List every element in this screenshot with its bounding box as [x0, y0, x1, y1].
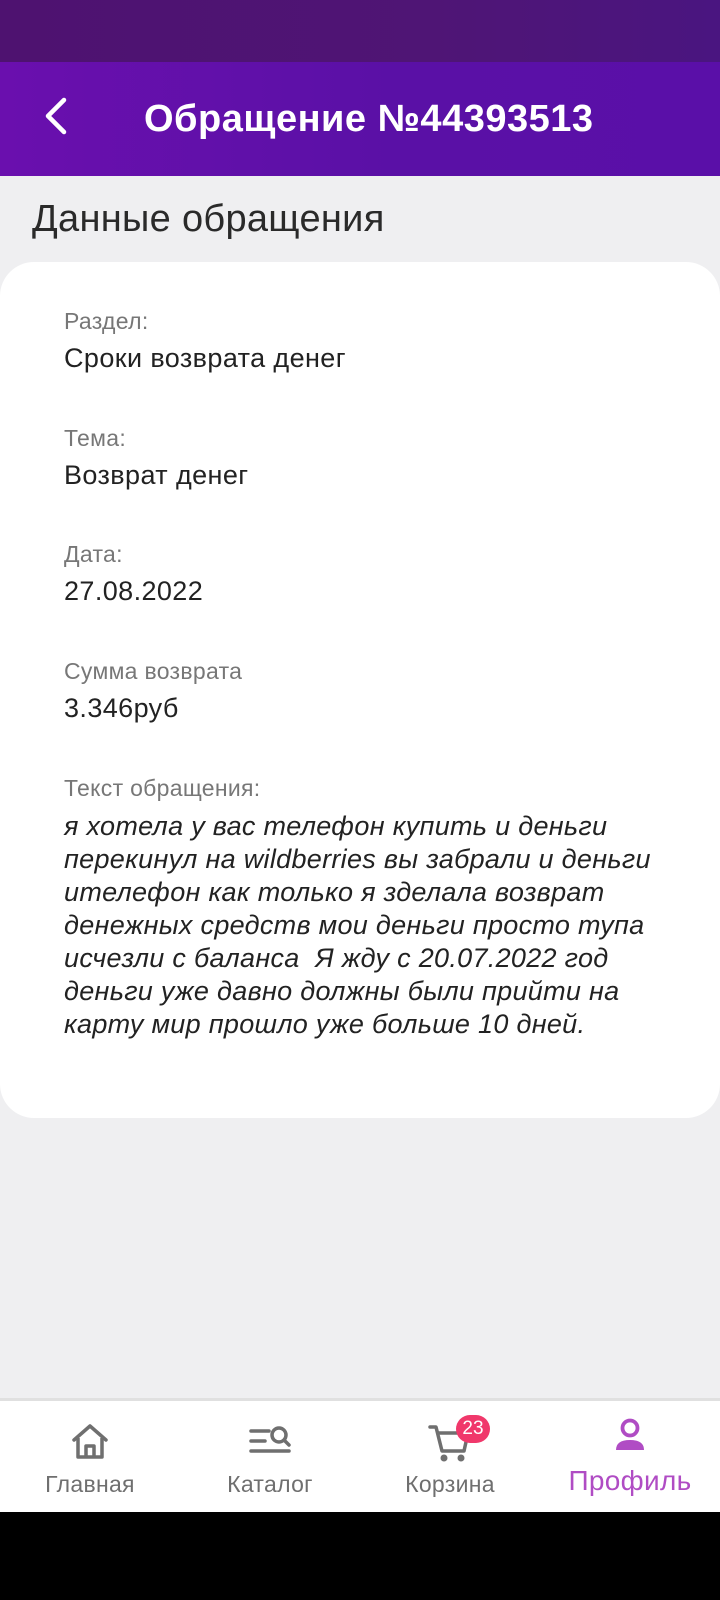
nav-item-cart[interactable]: 23 Корзина	[360, 1401, 540, 1515]
system-nav-area	[0, 1512, 720, 1600]
catalog-search-icon	[249, 1426, 291, 1453]
nav-label-catalog: Каталог	[227, 1471, 313, 1497]
nav-item-profile[interactable]: Профиль	[540, 1401, 720, 1515]
field-section: Раздел: Сроки возврата денег	[64, 308, 346, 374]
app-bar: Обращение №44393513	[0, 62, 720, 176]
nav-label-home: Главная	[45, 1471, 135, 1497]
field-date: Дата: 27.08.2022	[64, 541, 203, 607]
field-topic-value: Возврат денег	[64, 460, 249, 490]
bottom-nav: Главная Каталог 23 Корзина Профиль	[0, 1398, 720, 1515]
field-section-value: Сроки возврата денег	[64, 343, 346, 373]
back-button[interactable]	[26, 84, 90, 148]
field-message-text: я хотела у вас телефон купить и деньги п…	[64, 811, 661, 1039]
field-message-label: Текст обращения:	[64, 775, 261, 801]
field-topic: Тема: Возврат денег	[64, 425, 249, 491]
page-title: Обращение №44393513	[144, 98, 594, 140]
nav-label-cart: Корзина	[405, 1471, 495, 1497]
profile-icon	[616, 1418, 644, 1450]
field-section-label: Раздел:	[64, 308, 149, 334]
nav-item-home[interactable]: Главная	[0, 1401, 180, 1515]
field-refund: Сумма возврата 3.346руб	[64, 658, 242, 724]
section-title: Данные обращения	[32, 198, 385, 240]
field-message: Текст обращения: я хотела у вас телефон …	[64, 775, 664, 1041]
back-arrow-icon	[45, 97, 67, 135]
field-refund-label: Сумма возврата	[64, 658, 243, 684]
field-date-label: Дата:	[64, 541, 123, 567]
details-card: Раздел: Сроки возврата денег Тема: Возвр…	[0, 262, 720, 1118]
cart-badge: 23	[456, 1415, 490, 1443]
home-icon	[72, 1424, 108, 1459]
nav-label-profile: Профиль	[568, 1465, 692, 1496]
field-topic-label: Тема:	[64, 425, 127, 451]
field-date-value: 27.08.2022	[64, 576, 204, 606]
nav-item-catalog[interactable]: Каталог	[180, 1401, 360, 1515]
status-bar	[0, 0, 720, 62]
field-refund-value: 3.346руб	[64, 693, 179, 723]
